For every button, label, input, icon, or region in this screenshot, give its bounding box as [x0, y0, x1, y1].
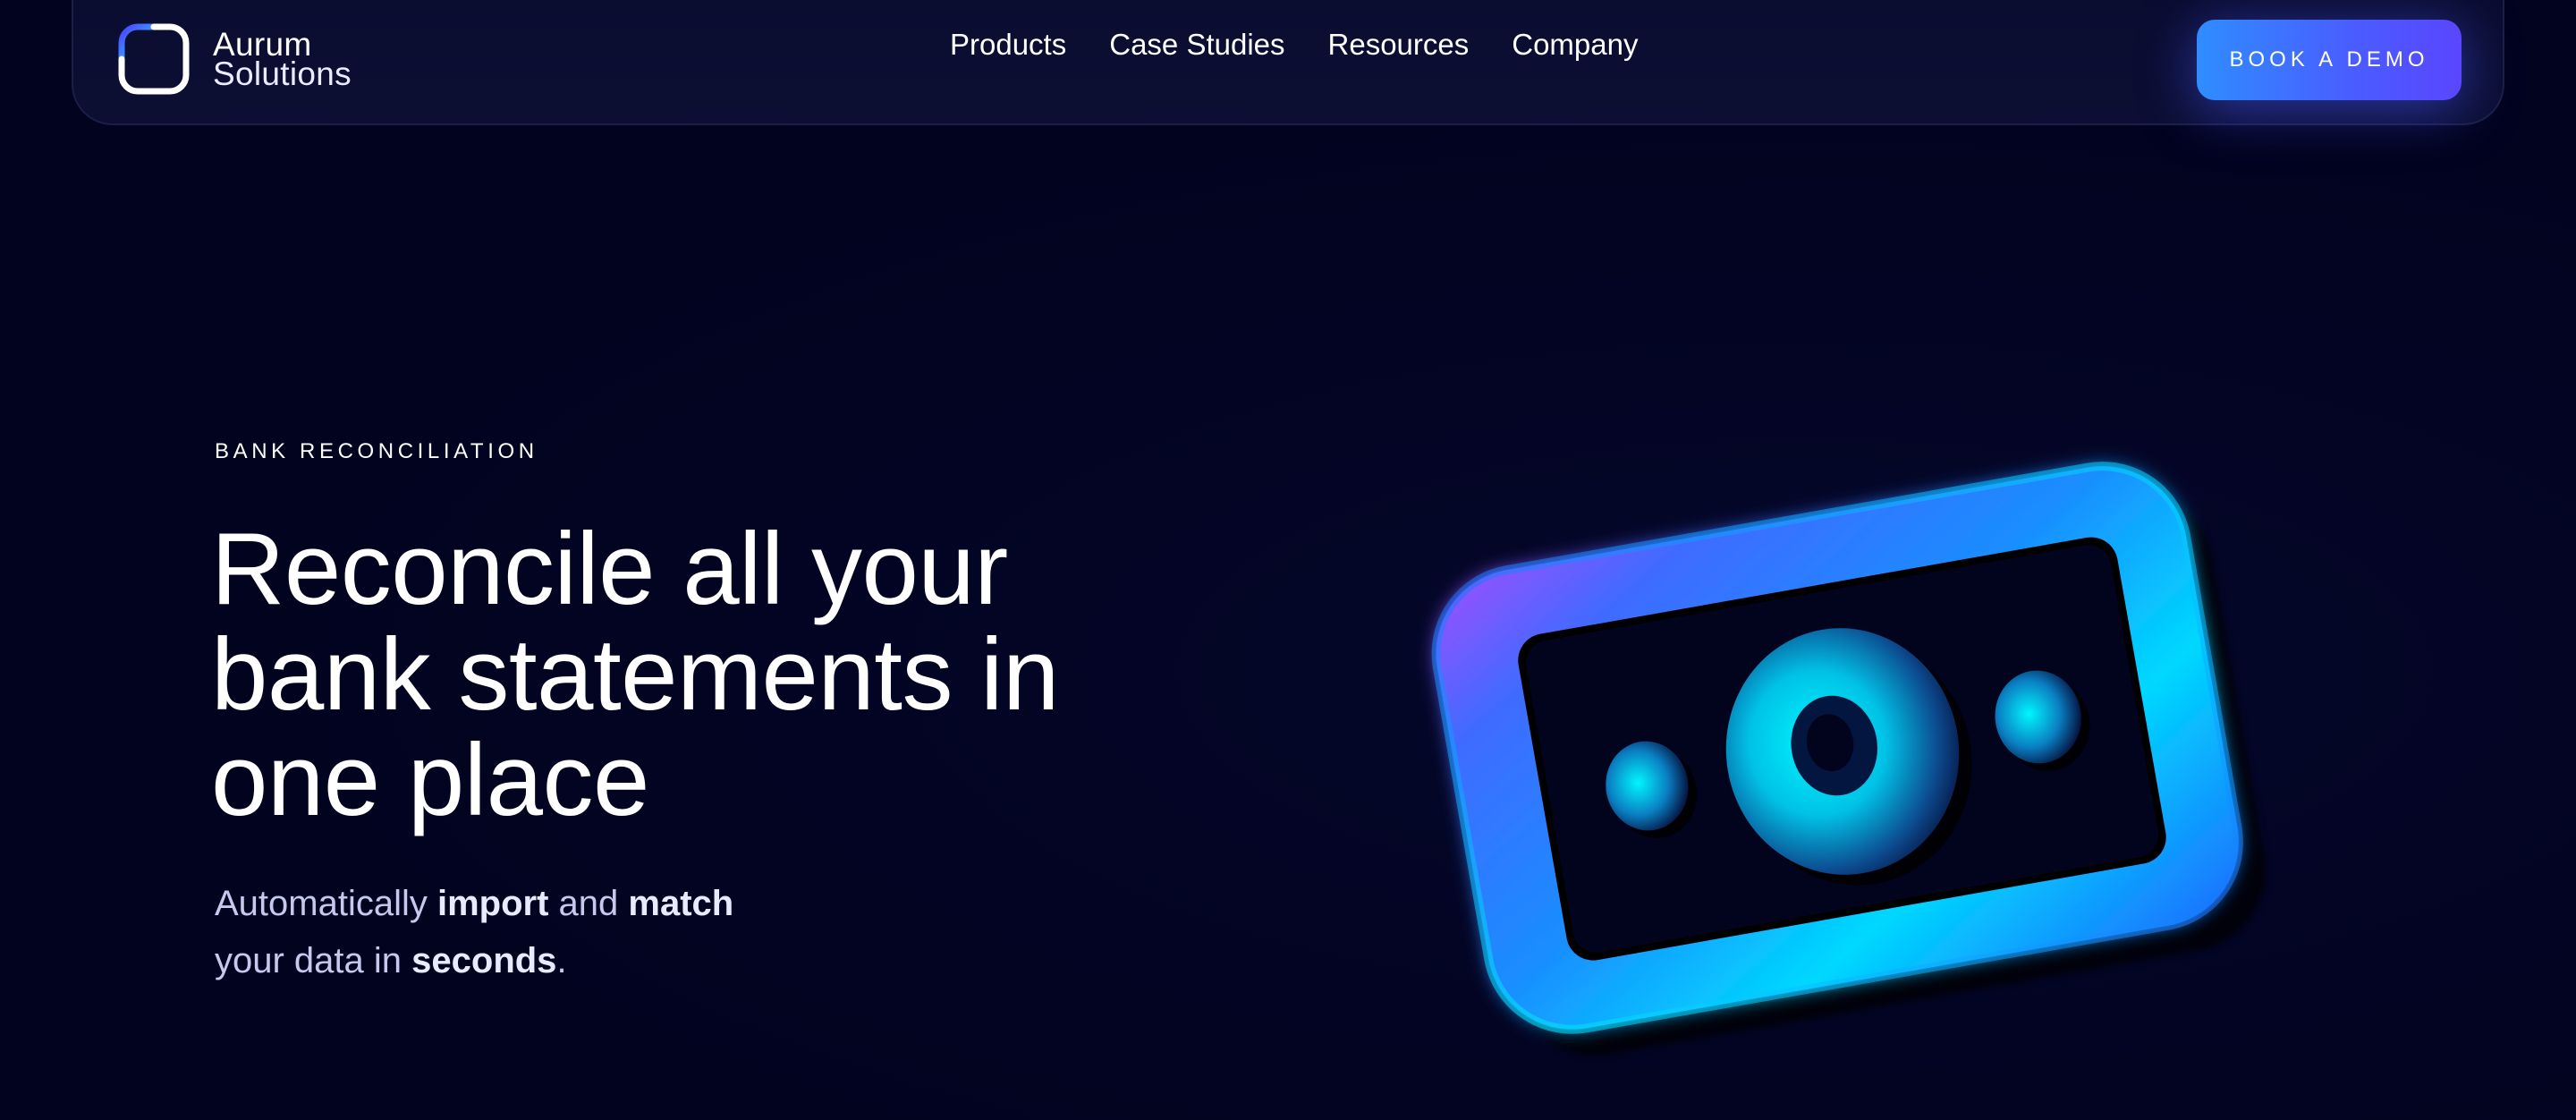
- sub-emphasis-match: match: [628, 884, 734, 923]
- brand-logo-link[interactable]: Aurum Solutions: [118, 23, 352, 95]
- nav-resources-link[interactable]: Resources: [1328, 23, 1470, 66]
- book-a-demo-button[interactable]: BOOK A DEMO: [2197, 20, 2462, 100]
- top-navigation: Aurum Solutions Products Case Studies Re…: [72, 0, 2504, 125]
- banknote-3d-icon: [1431, 462, 2267, 1056]
- hero-subheadline: Automatically import and match your data …: [215, 875, 948, 989]
- rounded-square-logo-icon: [118, 23, 190, 95]
- sub-text-2: and: [548, 884, 629, 923]
- hero-eyebrow: BANK RECONCILIATION: [215, 439, 538, 463]
- nav-company-link[interactable]: Company: [1512, 23, 1638, 66]
- nav-case-studies-link[interactable]: Case Studies: [1109, 23, 1284, 66]
- hero-headline-line-3: one place: [211, 724, 649, 837]
- sub-emphasis-seconds: seconds: [411, 941, 557, 980]
- sub-emphasis-import: import: [436, 884, 549, 923]
- main-menu: Products Case Studies Resources Company: [950, 23, 1681, 66]
- sub-text-3: your data in: [215, 941, 412, 980]
- hero-headline-line-1: Reconcile all your: [211, 513, 1008, 626]
- sub-text-4: .: [556, 941, 567, 980]
- nav-products-link[interactable]: Products: [950, 23, 1066, 66]
- brand-name: Aurum Solutions: [213, 28, 352, 92]
- hero-headline: Reconcile all your bank statements in on…: [211, 517, 1195, 834]
- landing-page: Aurum Solutions Products Case Studies Re…: [0, 0, 2576, 1120]
- sub-text-1: Automatically: [215, 884, 437, 923]
- hero-headline-line-2: bank statements in: [211, 618, 1059, 732]
- brand-name-line2: Solutions: [213, 55, 352, 92]
